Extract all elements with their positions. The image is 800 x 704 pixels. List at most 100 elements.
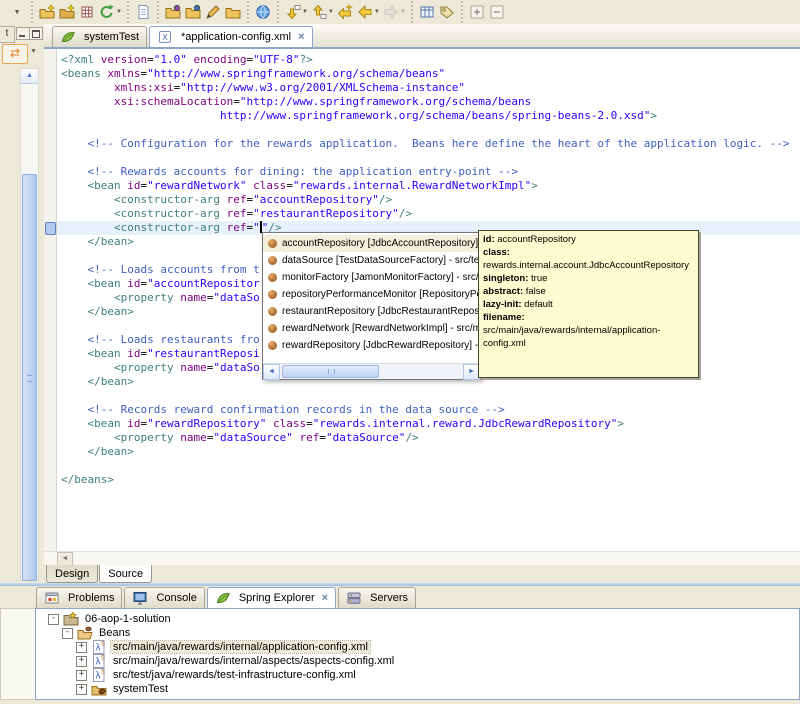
scrollbar-thumb[interactable] [22,174,37,581]
collapse-all-button[interactable] [487,2,507,22]
open-resource-button[interactable] [183,2,203,22]
editor-view-tabs: Design Source [44,565,800,583]
editor-tab-application-config-xml[interactable]: X *application-config.xml × [149,26,313,47]
collapsed-view-tab[interactable]: t [0,26,15,43]
close-tab-icon[interactable]: × [322,592,328,604]
tree-item-label[interactable]: 06-aop-1-solution [83,613,173,625]
code-line[interactable]: <!-- Records reward confirmation records… [57,403,800,417]
code-line[interactable]: xsi:schemaLocation="http://www.springfra… [57,95,800,109]
code-line[interactable]: http://www.springframework.org/schema/be… [57,109,800,123]
open-task-button[interactable] [223,2,243,22]
code-line[interactable] [57,151,800,165]
code-line[interactable] [57,123,800,137]
bean-icon [268,273,277,282]
project-icon [63,611,79,626]
refresh-button[interactable] [97,2,117,22]
tree-row[interactable]: - Beans [36,626,799,640]
collapse-toggle[interactable]: - [48,613,59,625]
popup-scrollbar-thumb[interactable] [282,365,379,378]
tree-item-label[interactable]: Beans [97,627,132,639]
scroll-up-arrow[interactable]: ▲ [21,69,38,84]
mark-occurrences-button[interactable] [437,2,457,22]
code-line[interactable]: <!-- Rewards accounts for dining: the ap… [57,165,800,179]
expand-toggle[interactable]: + [76,641,87,653]
completion-item[interactable]: restaurantRepository [JdbcRestaurantRepo… [263,303,480,320]
forward-button[interactable] [381,2,401,22]
vertical-scrollbar[interactable]: ▲ [20,68,39,581]
tree-item-label[interactable]: src/main/java/rewards/internal/applicati… [110,640,371,654]
code-line[interactable]: xmlns:xsi="http://www.w3.org/2001/XMLSch… [57,81,800,95]
view-tab-design[interactable]: Design [46,565,99,583]
refresh-button-caret[interactable]: ▼ [116,9,122,15]
code-line[interactable] [57,389,800,403]
back-button-caret[interactable]: ▼ [374,9,380,15]
completion-item-label: restaurantRepository [JdbcRestaurantRepo… [282,306,480,317]
code-line[interactable]: <!-- Configuration for the rewards appli… [57,137,800,151]
expand-toggle[interactable]: + [76,655,87,667]
tree-row[interactable]: - 06-aop-1-solution [36,611,799,626]
panel-tab-servers[interactable]: Servers [338,587,416,608]
editor-horizontal-scrollbar[interactable]: ◄ [44,551,800,566]
expand-all-button[interactable] [467,2,487,22]
report-button[interactable] [133,2,153,22]
next-annotation-button-caret[interactable]: ▼ [302,9,308,15]
completion-item[interactable]: rewardRepository [JdbcRewardRepository] … [263,337,480,354]
tree-item-label[interactable]: src/test/java/rewards/test-infrastructur… [111,669,358,681]
panel-tab-problems[interactable]: Problems [36,587,123,608]
panel-tab-console[interactable]: Console [124,587,205,608]
import-wizard-button[interactable] [57,2,77,22]
tree-item-label[interactable]: src/main/java/rewards/internal/aspects/a… [111,655,396,667]
popup-scroll-left-arrow[interactable]: ◄ [263,363,280,380]
panel-tab-spring-explorer[interactable]: Spring Explorer × [206,587,337,608]
code-line[interactable]: <beans xmlns="http://www.springframework… [57,67,800,81]
code-line[interactable] [57,459,800,473]
completion-item-label: dataSource [TestDataSourceFactory] - src… [282,255,480,266]
completion-item[interactable]: rewardNetwork [RewardNetworkImpl] - src/… [263,320,480,337]
completion-item[interactable]: repositoryPerformanceMonitor [Repository… [263,286,480,303]
completion-item[interactable]: accountRepository [JdbcAccountRepository… [263,235,480,252]
editor-tab-label: systemTest [84,31,140,43]
view-menu-caret[interactable]: ▼ [30,48,37,55]
code-line[interactable]: </beans> [57,473,800,487]
close-tab-icon[interactable]: × [298,31,304,43]
next-annotation-button[interactable] [283,2,303,22]
code-line[interactable]: </bean> [57,445,800,459]
previous-annotation-button-caret[interactable]: ▼ [328,9,334,15]
view-tab-source[interactable]: Source [99,565,153,583]
new-table-button[interactable] [77,2,97,22]
popup-horizontal-scrollbar[interactable]: ◄ ► [263,363,480,380]
code-line[interactable]: <?xml version="1.0" encoding="UTF-8"?> [57,53,800,67]
tree-row[interactable]: + systemTest [36,682,799,696]
minimize-view-button[interactable] [16,27,30,40]
search-button[interactable] [203,2,223,22]
expand-toggle[interactable]: + [76,683,87,695]
toolbar-overflow-caret[interactable]: ▼ [7,2,27,22]
editor-tab-systemtest[interactable]: systemTest [52,26,148,47]
scroll-left-arrow[interactable]: ◄ [57,552,73,566]
tree-row[interactable]: + λ Ssrc/main/java/rewards/internal/aspect… [36,654,799,668]
forward-button-caret[interactable]: ▼ [400,9,406,15]
completion-item[interactable]: monitorFactory [JamonMonitorFactory] - s… [263,269,480,286]
code-line[interactable]: <bean id="rewardRepository" class="rewar… [57,417,800,431]
tree-row[interactable]: + λ Ssrc/test/java/rewards/test-infrastruc… [36,668,799,682]
back-button[interactable] [355,2,375,22]
web-browser-button[interactable] [253,2,273,22]
code-line[interactable]: <constructor-arg ref="restaurantReposito… [57,207,800,221]
previous-annotation-button[interactable] [309,2,329,22]
last-edit-location-button[interactable] [335,2,355,22]
tree-item-label[interactable]: systemTest [111,683,170,695]
pin-editor-button[interactable] [417,2,437,22]
toolbar-group: ▼ [31,1,127,23]
code-line[interactable]: <bean id="rewardNetwork" class="rewards.… [57,179,800,193]
code-line[interactable]: <property name="dataSource" ref="dataSou… [57,431,800,445]
completion-item-label: rewardRepository [JdbcRewardRepository] … [282,340,480,351]
open-type-button[interactable] [163,2,183,22]
code-line[interactable]: <constructor-arg ref="accountRepository"… [57,193,800,207]
new-wizard-button[interactable] [37,2,57,22]
completion-item[interactable]: dataSource [TestDataSourceFactory] - src… [263,252,480,269]
tree-row[interactable]: + λ Ssrc/main/java/rewards/internal/applic… [36,640,799,654]
collapse-toggle[interactable]: - [62,627,73,639]
expand-toggle[interactable]: + [76,669,87,681]
link-with-editor-button[interactable]: ⇄ [2,44,28,64]
maximize-view-button[interactable] [29,27,43,40]
